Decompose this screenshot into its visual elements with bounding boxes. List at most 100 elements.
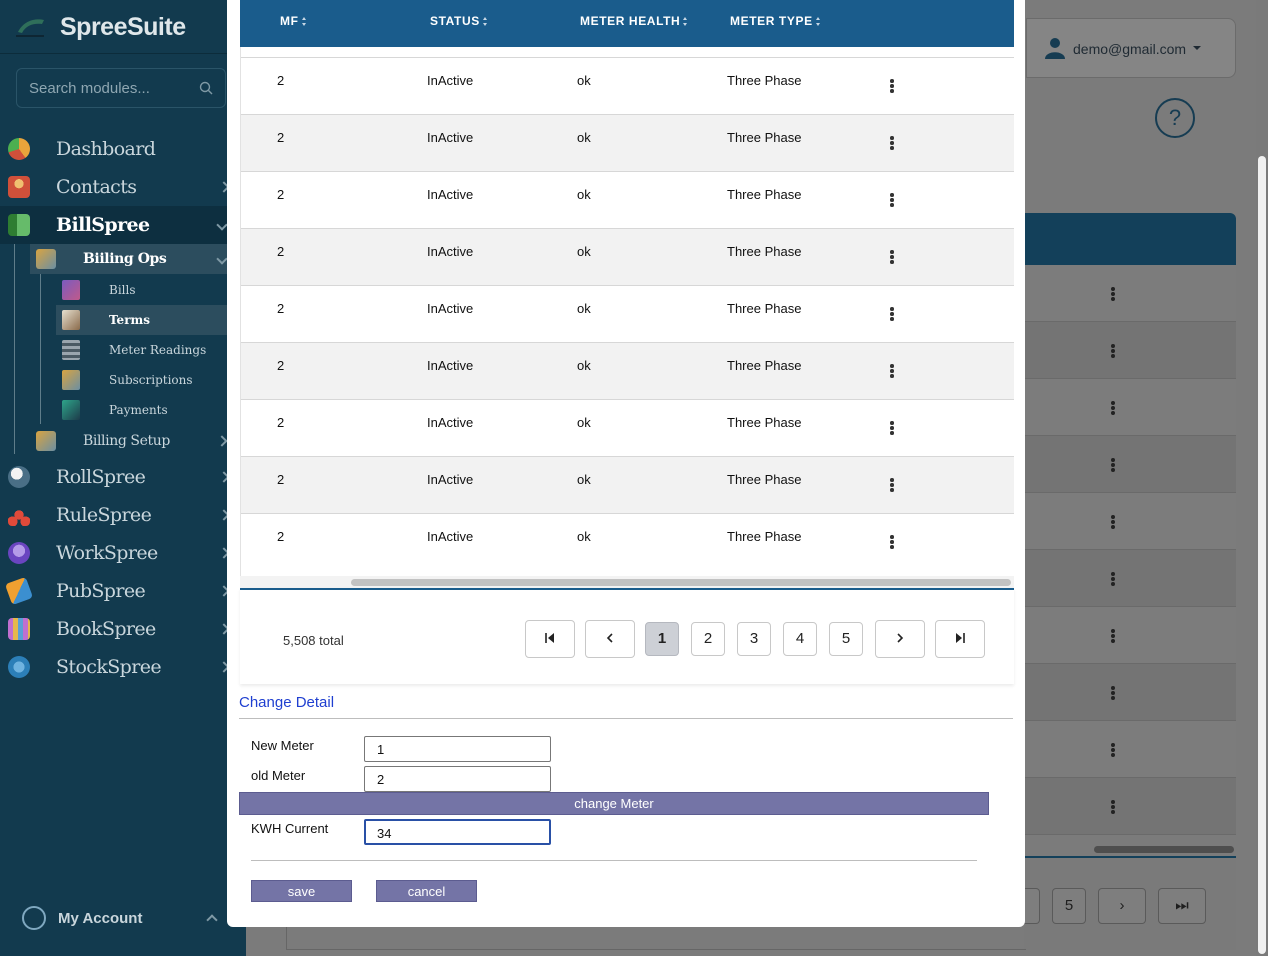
row-actions-kebab-icon[interactable] xyxy=(890,193,894,207)
table-row[interactable]: 2 InActive ok Three Phase xyxy=(241,171,1014,228)
sidebar-item-stockspree[interactable]: StockSpree xyxy=(0,648,246,686)
user-menu[interactable]: demo@gmail.com xyxy=(1026,18,1236,78)
sidebar-item-billing-ops[interactable]: Biiling Ops xyxy=(30,244,246,274)
row-actions-kebab-icon[interactable] xyxy=(890,79,894,93)
chevron-right-icon xyxy=(216,435,228,447)
cell-mf: 2 xyxy=(277,244,285,259)
column-header-meter-type[interactable]: METER TYPE xyxy=(730,14,821,28)
sidebar-item-bills[interactable]: Bills xyxy=(56,275,246,305)
save-button[interactable]: save xyxy=(251,880,352,902)
table-header: MF STATUS METER HEALTH METER TYPE xyxy=(240,0,1014,47)
sidebar-item-billing-setup[interactable]: Billing Setup xyxy=(30,426,246,456)
background-next-page-button[interactable]: › xyxy=(1098,888,1146,924)
table-horizontal-scrollbar[interactable] xyxy=(240,576,1014,588)
sidebar-item-billspree[interactable]: BillSpree xyxy=(0,206,246,244)
background-page-4-button[interactable]: 4 xyxy=(1024,888,1040,924)
my-account[interactable]: My Account xyxy=(0,878,246,956)
cell-status: InActive xyxy=(427,130,474,145)
sidebar-item-contacts[interactable]: Contacts xyxy=(0,168,246,206)
cell-status: InActive xyxy=(427,472,474,487)
scrollbar-thumb[interactable] xyxy=(351,579,1011,586)
table-row[interactable]: 2 InActive ok Three Phase xyxy=(241,399,1014,456)
last-page-button[interactable] xyxy=(935,620,985,658)
table-row[interactable]: 2 InActive ok Three Phase xyxy=(241,285,1014,342)
help-icon[interactable]: ? xyxy=(1155,98,1195,138)
cell-status: InActive xyxy=(427,187,474,202)
sidebar-item-label: Meter Readings xyxy=(109,343,207,357)
first-page-button[interactable] xyxy=(525,620,575,658)
sidebar: SpreeSuite Search modules... Dashboard C… xyxy=(0,0,246,956)
background-table-scrollbar[interactable] xyxy=(1094,846,1234,853)
row-actions-kebab-icon xyxy=(1111,629,1115,643)
row-actions-kebab-icon[interactable] xyxy=(890,478,894,492)
sidebar-item-rulespree[interactable]: RuleSpree xyxy=(0,496,246,534)
sidebar-item-dashboard[interactable]: Dashboard xyxy=(0,130,246,168)
change-meter-button[interactable]: change Meter xyxy=(239,792,989,815)
payments-icon xyxy=(62,400,80,420)
sidebar-item-rollspree[interactable]: RollSpree xyxy=(0,458,246,496)
table-row[interactable]: 2 InActive ok Three Phase xyxy=(241,114,1014,171)
sidebar-item-label: PubSpree xyxy=(56,580,146,602)
kwh-current-input[interactable]: 34 xyxy=(364,819,551,845)
sort-icon xyxy=(482,17,488,27)
brand[interactable]: SpreeSuite xyxy=(16,10,186,44)
rollspree-icon xyxy=(8,466,30,488)
previous-page-button[interactable] xyxy=(585,620,635,658)
cell-mf: 2 xyxy=(277,358,285,373)
pagination: 5,508 total 1 2 3 4 5 xyxy=(240,588,1014,684)
user-avatar-icon xyxy=(22,906,46,930)
old-meter-input[interactable]: 2 xyxy=(364,766,551,792)
chevron-up-icon xyxy=(206,914,218,926)
sidebar-item-terms[interactable]: Terms xyxy=(56,305,246,335)
cell-meter-type: Three Phase xyxy=(727,73,802,88)
row-actions-kebab-icon xyxy=(1111,686,1115,700)
sidebar-item-meter-readings[interactable]: Meter Readings xyxy=(56,335,246,365)
sidebar-item-subscriptions[interactable]: Subscriptions xyxy=(56,365,246,395)
cancel-button[interactable]: cancel xyxy=(376,880,477,902)
column-header-meter-health[interactable]: METER HEALTH xyxy=(580,14,688,28)
page-1-button[interactable]: 1 xyxy=(645,622,679,656)
module-search-input[interactable]: Search modules... xyxy=(16,68,226,108)
page-2-button[interactable]: 2 xyxy=(691,622,725,656)
row-actions-kebab-icon[interactable] xyxy=(890,421,894,435)
sort-icon xyxy=(683,17,688,27)
row-actions-kebab-icon[interactable] xyxy=(890,307,894,321)
sidebar-item-workspree[interactable]: WorkSpree xyxy=(0,534,246,572)
last-page-icon xyxy=(956,633,965,643)
sidebar-item-pubspree[interactable]: PubSpree xyxy=(0,572,246,610)
sidebar-item-bookspree[interactable]: BookSpree xyxy=(0,610,246,648)
cell-meter-health: ok xyxy=(577,301,591,316)
row-actions-kebab-icon[interactable] xyxy=(890,250,894,264)
row-actions-kebab-icon[interactable] xyxy=(890,136,894,150)
page-3-button[interactable]: 3 xyxy=(737,622,771,656)
spreesuite-logo-icon xyxy=(16,19,44,37)
page-scrollbar[interactable] xyxy=(1256,0,1268,956)
divider xyxy=(239,718,1013,719)
page-5-button[interactable]: 5 xyxy=(829,622,863,656)
cell-status: InActive xyxy=(427,244,474,259)
chevron-down-icon xyxy=(216,219,228,231)
table-row[interactable]: 2 InActive ok Three Phase xyxy=(241,342,1014,399)
table-row[interactable]: 2 InActive ok Three Phase xyxy=(241,513,1014,570)
background-table-row xyxy=(1024,436,1236,493)
row-actions-kebab-icon[interactable] xyxy=(890,364,894,378)
sidebar-item-payments[interactable]: Payments xyxy=(56,395,246,425)
cell-mf: 2 xyxy=(277,73,285,88)
column-header-mf[interactable]: MF xyxy=(280,14,307,28)
page-4-button[interactable]: 4 xyxy=(783,622,817,656)
table-row[interactable]: 2 InActive ok Three Phase xyxy=(241,456,1014,513)
row-actions-kebab-icon[interactable] xyxy=(890,535,894,549)
new-meter-input[interactable]: 1 xyxy=(364,736,551,762)
search-icon xyxy=(199,81,213,95)
cell-mf: 2 xyxy=(277,472,285,487)
row-actions-kebab-icon xyxy=(1111,743,1115,757)
column-header-status[interactable]: STATUS xyxy=(430,14,488,28)
background-page-5-button[interactable]: 5 xyxy=(1052,888,1086,924)
next-page-button[interactable] xyxy=(875,620,925,658)
table-row[interactable]: 2 InActive ok Three Phase xyxy=(241,228,1014,285)
background-last-page-button[interactable]: ⏭ xyxy=(1158,888,1206,924)
sidebar-item-label: Biiling Ops xyxy=(83,251,167,267)
cell-meter-health: ok xyxy=(577,358,591,373)
table-row[interactable]: 2 InActive ok Three Phase xyxy=(241,57,1014,114)
page-scrollbar-thumb[interactable] xyxy=(1258,156,1266,954)
